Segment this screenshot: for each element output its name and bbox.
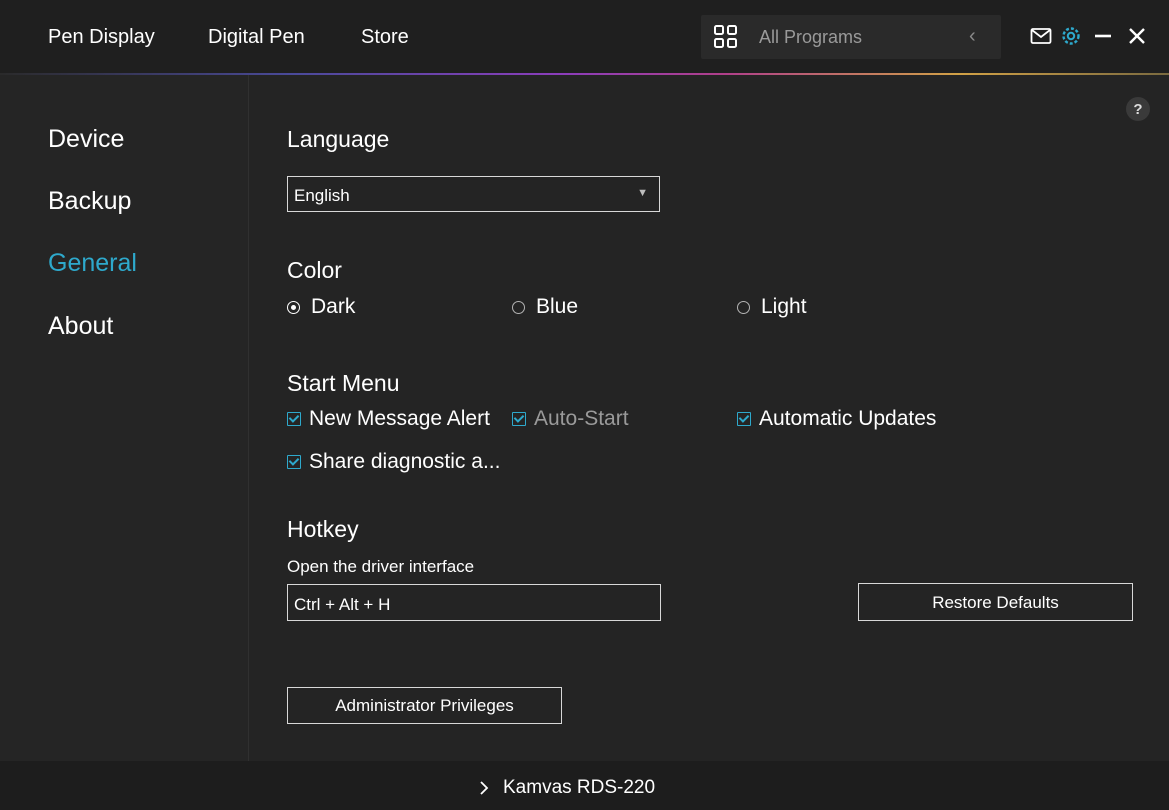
program-selector-placeholder: All Programs xyxy=(759,27,863,47)
color-option-label: Blue xyxy=(536,295,579,318)
checkbox-checked-icon xyxy=(287,455,301,469)
section-hotkey-title: Hotkey xyxy=(287,516,359,542)
hotkey-input[interactable]: Ctrl + Alt + H xyxy=(287,584,661,621)
sidebar-item-device[interactable]: Device xyxy=(48,125,124,154)
chevron-left-icon[interactable]: ‹ xyxy=(969,25,976,48)
checkbox-automatic-updates[interactable]: Automatic Updates xyxy=(737,405,936,433)
checkbox-checked-icon xyxy=(287,412,301,426)
settings-icon[interactable] xyxy=(1058,23,1084,49)
checkbox-auto-start[interactable]: Auto-Start xyxy=(512,405,629,433)
restore-defaults-button[interactable]: Restore Defaults xyxy=(858,583,1133,621)
sidebar-item-backup[interactable]: Backup xyxy=(48,187,131,216)
color-option-dark[interactable]: Dark xyxy=(287,293,355,321)
hotkey-label: Open the driver interface xyxy=(287,557,475,576)
color-option-label: Dark xyxy=(311,295,356,318)
device-name: Kamvas RDS-220 xyxy=(503,777,656,798)
chevron-right-icon xyxy=(480,781,489,795)
checkbox-checked-icon xyxy=(512,412,526,426)
section-start-menu-title: Start Menu xyxy=(287,370,400,396)
checkbox-checked-icon xyxy=(737,412,751,426)
device-selector[interactable]: Kamvas RDS-220 xyxy=(477,777,655,799)
tab-store[interactable]: Store xyxy=(361,26,409,49)
checkbox-share-diagnostic[interactable]: Share diagnostic a... xyxy=(287,448,500,476)
language-select-value: English xyxy=(294,186,350,205)
title-bar: Pen Display Digital Pen Store All Progra… xyxy=(0,0,1169,73)
checkbox-label: Auto-Start xyxy=(534,407,629,430)
minimize-icon[interactable] xyxy=(1090,23,1116,49)
sidebar-item-about[interactable]: About xyxy=(48,312,113,341)
sidebar: Device Backup General About xyxy=(0,75,249,761)
device-bar[interactable]: Kamvas RDS-220 xyxy=(0,761,1169,810)
administrator-privileges-button[interactable]: Administrator Privileges xyxy=(287,687,562,724)
mail-icon[interactable] xyxy=(1028,23,1054,49)
radio-selected-icon xyxy=(287,300,300,314)
checkbox-label: Share diagnostic a... xyxy=(309,450,501,473)
caret-down-icon: ▼ xyxy=(637,187,648,199)
color-option-label: Light xyxy=(761,295,807,318)
checkbox-label: New Message Alert xyxy=(309,407,490,430)
help-icon[interactable]: ? xyxy=(1126,97,1150,121)
tab-digital-pen[interactable]: Digital Pen xyxy=(208,26,305,49)
language-select[interactable]: English ▼ xyxy=(287,176,660,212)
close-icon[interactable] xyxy=(1124,23,1150,49)
grid-icon xyxy=(714,25,737,48)
hotkey-input-value: Ctrl + Alt + H xyxy=(294,595,391,614)
color-option-light[interactable]: Light xyxy=(737,293,807,321)
sidebar-item-general[interactable]: General xyxy=(48,249,137,278)
radio-icon xyxy=(737,300,750,314)
checkbox-new-message-alert[interactable]: New Message Alert xyxy=(287,405,490,433)
color-option-blue[interactable]: Blue xyxy=(512,293,578,321)
section-language-title: Language xyxy=(287,126,390,152)
radio-icon xyxy=(512,300,525,314)
tab-pen-display[interactable]: Pen Display xyxy=(48,26,155,49)
section-color-title: Color xyxy=(287,257,342,283)
program-selector[interactable]: All Programs ‹ xyxy=(701,15,1001,59)
checkbox-label: Automatic Updates xyxy=(759,407,937,430)
